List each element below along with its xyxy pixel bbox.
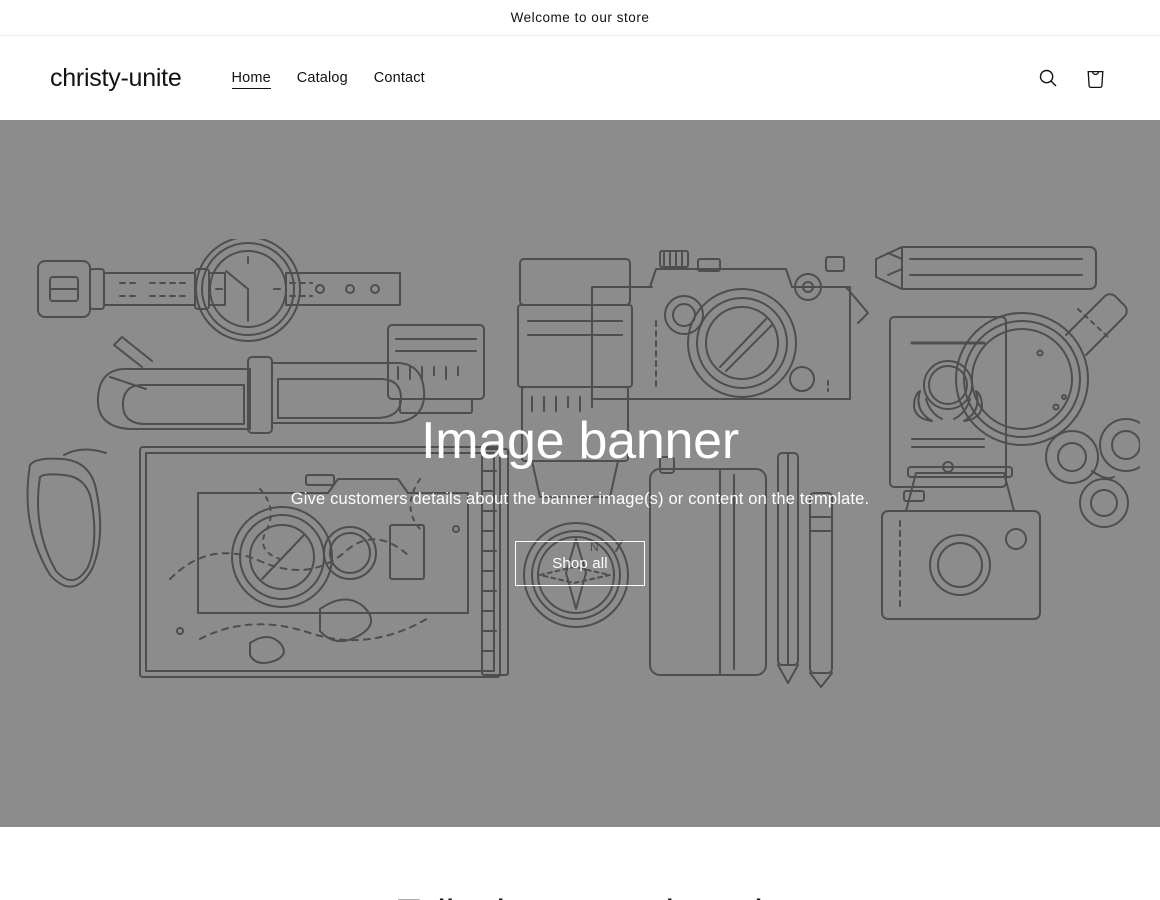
- nav-item-contact-label: Contact: [373, 70, 425, 86]
- nav-item-home[interactable]: Home: [219, 60, 284, 96]
- nav-active-underline: [231, 87, 271, 89]
- banner-subheading: Give customers details about the banner …: [290, 490, 870, 509]
- nav-item-catalog-label: Catalog: [296, 70, 348, 86]
- site-logo[interactable]: christy-unite: [50, 64, 182, 93]
- cart-icon: [1085, 67, 1106, 89]
- banner-content: Image banner Give customers details abou…: [0, 361, 1160, 587]
- image-banner-section: N Image banner Give customers details ab…: [0, 120, 1160, 827]
- banner-heading: Image banner: [421, 411, 739, 470]
- nav-item-contact[interactable]: Contact: [361, 60, 438, 96]
- search-button[interactable]: [1033, 63, 1063, 93]
- pencil-illustration: [875, 245, 1097, 290]
- site-header: christy-unite Home Catalog Contact: [0, 36, 1160, 120]
- watch-illustration: [37, 238, 401, 342]
- header-actions: [1033, 63, 1110, 93]
- main-navigation: Home Catalog Contact: [219, 60, 438, 96]
- cart-button[interactable]: [1080, 63, 1110, 93]
- announcement-text: Welcome to our store: [510, 10, 650, 25]
- rich-text-heading: Talk about your brand: [397, 892, 762, 900]
- search-icon: [1038, 68, 1058, 88]
- nav-item-home-label: Home: [231, 70, 271, 86]
- nav-item-catalog[interactable]: Catalog: [284, 60, 361, 96]
- shop-all-button[interactable]: Shop all: [515, 541, 645, 587]
- rich-text-section: Talk about your brand: [0, 827, 1160, 900]
- announcement-bar: Welcome to our store: [0, 0, 1160, 36]
